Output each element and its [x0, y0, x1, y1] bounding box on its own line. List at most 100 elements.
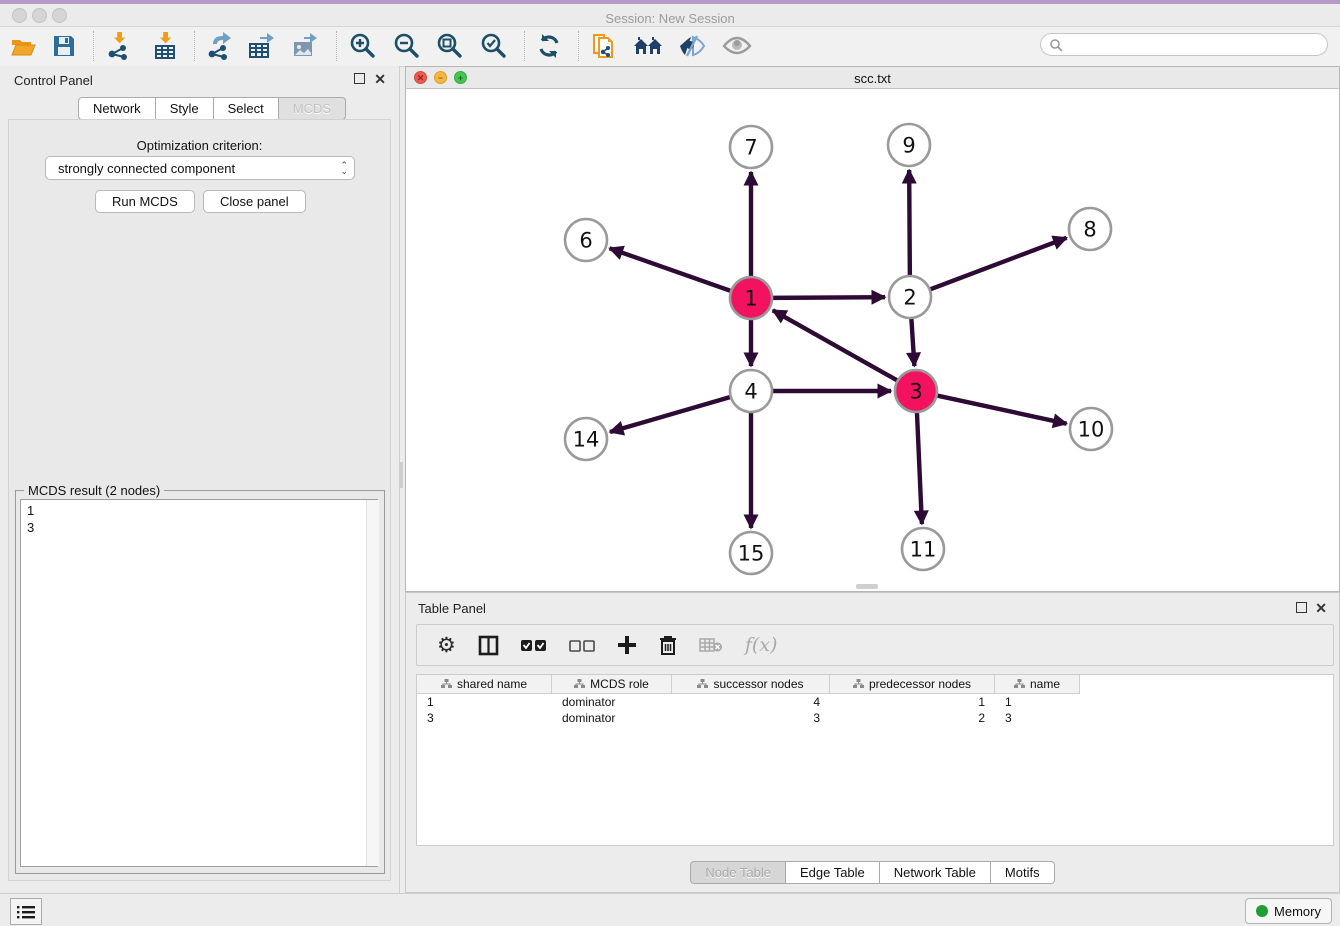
zoom-fit-icon[interactable]	[432, 30, 466, 62]
canvas-scroll-handle[interactable]	[856, 584, 878, 589]
graph-node-label: 9	[902, 134, 915, 158]
open-file-icon[interactable]	[6, 30, 40, 62]
table-close-icon[interactable]: ✕	[1315, 602, 1327, 614]
hide-selected-eye-icon[interactable]	[675, 30, 709, 62]
add-column-icon[interactable]	[617, 635, 637, 655]
table-panel-title: Table Panel	[418, 601, 486, 616]
show-all-eye-icon[interactable]	[720, 30, 754, 62]
graph-node-label: 3	[909, 380, 922, 404]
close-panel-icon[interactable]: ✕	[374, 73, 386, 85]
list-icon	[17, 905, 35, 919]
export-network-icon[interactable]	[202, 30, 236, 62]
export-image-icon[interactable]	[288, 30, 322, 62]
graph-edge-1-6[interactable]	[610, 248, 732, 291]
zoom-selected-icon[interactable]	[476, 30, 510, 62]
tab-select[interactable]: Select	[214, 97, 279, 120]
unselect-all-columns-icon[interactable]	[569, 639, 595, 652]
graph-edge-4-14[interactable]	[610, 397, 731, 432]
float-panel-icon[interactable]	[354, 73, 365, 86]
toolbar-separator	[524, 31, 525, 61]
table-cell[interactable]: dominator	[552, 694, 672, 710]
window-title: Session: New Session	[0, 11, 1340, 26]
search-box[interactable]	[1040, 33, 1328, 56]
column-header-successor-nodes[interactable]: successor nodes	[672, 675, 830, 694]
tab-node-table[interactable]: Node Table	[690, 861, 786, 884]
network-window-titlebar: ✕ − + scc.txt	[406, 67, 1339, 89]
tab-mcds[interactable]: MCDS	[279, 97, 346, 120]
table-cell[interactable]: dominator	[552, 710, 672, 726]
graph-edge-2-8[interactable]	[930, 238, 1067, 290]
status-bar: Memory	[0, 893, 1340, 926]
table-settings-icon[interactable]: ⚙	[437, 633, 456, 658]
split-pane-handle[interactable]	[399, 462, 403, 488]
graph-edge-3-10[interactable]	[937, 395, 1067, 423]
network-canvas[interactable]: 7968124314101511	[406, 89, 1339, 591]
tab-network[interactable]: Network	[78, 97, 156, 120]
select-chevrons-icon: ⌃⌄	[340, 162, 348, 174]
column-header-shared-name[interactable]: shared name	[417, 675, 552, 694]
graph-node-label: 6	[579, 229, 592, 253]
graph-edge-2-9[interactable]	[909, 170, 910, 276]
memory-label: Memory	[1274, 904, 1321, 919]
table-cell[interactable]: 3	[995, 710, 1080, 726]
refresh-icon[interactable]	[532, 30, 566, 62]
zoom-out-icon[interactable]	[389, 30, 423, 62]
mcds-result-scrollbar[interactable]	[366, 500, 379, 866]
table-panel: Table Panel ✕ ⚙ f(x) shared nameMCDS rol…	[405, 592, 1340, 893]
main-toolbar	[0, 27, 1340, 67]
delete-columns-icon[interactable]	[659, 635, 677, 656]
import-network-icon[interactable]	[102, 30, 136, 62]
toolbar-separator	[194, 31, 195, 61]
tab-style[interactable]: Style	[156, 97, 214, 120]
table-cell[interactable]: 3	[417, 710, 552, 726]
select-all-columns-icon[interactable]	[521, 639, 547, 652]
column-header-name[interactable]: name	[995, 675, 1080, 694]
table-row[interactable]: 1dominator411	[417, 694, 1333, 710]
table-cell[interactable]: 1	[417, 694, 552, 710]
graph-node-label: 4	[744, 380, 757, 404]
split-columns-icon[interactable]	[478, 635, 499, 656]
first-neighbors-icon[interactable]	[632, 30, 666, 62]
zoom-in-icon[interactable]	[345, 30, 379, 62]
function-builder-icon[interactable]: f(x)	[745, 634, 778, 656]
column-header-MCDS-role[interactable]: MCDS role	[552, 675, 672, 694]
table-cell[interactable]: 3	[672, 710, 830, 726]
graph-edge-2-3[interactable]	[911, 318, 914, 366]
graph-edge-3-11[interactable]	[917, 412, 922, 524]
save-session-icon[interactable]	[47, 30, 81, 62]
table-cell[interactable]: 4	[672, 694, 830, 710]
graph-edge-3-1[interactable]	[773, 310, 898, 380]
tab-motifs[interactable]: Motifs	[991, 861, 1055, 884]
graph-node-label: 7	[744, 136, 757, 160]
task-history-button[interactable]	[10, 898, 42, 925]
optimization-criterion-label: Optimization criterion:	[9, 138, 390, 153]
graph-edge-1-2[interactable]	[772, 297, 885, 298]
delete-table-icon[interactable]	[699, 637, 723, 653]
node-table[interactable]: shared nameMCDS rolesuccessor nodesprede…	[416, 674, 1334, 846]
tab-network-table[interactable]: Network Table	[880, 861, 991, 884]
graph-node-label: 1	[744, 287, 757, 311]
tab-edge-table[interactable]: Edge Table	[786, 861, 880, 884]
table-float-icon[interactable]	[1296, 602, 1307, 615]
toolbar-separator	[336, 31, 337, 61]
graph-node-label: 2	[903, 286, 916, 310]
close-panel-button[interactable]: Close panel	[203, 190, 306, 213]
table-cell[interactable]: 1	[995, 694, 1080, 710]
search-input[interactable]	[1063, 35, 1327, 55]
export-table-icon[interactable]	[244, 30, 278, 62]
clone-network-icon[interactable]	[588, 30, 622, 62]
graph-node-label: 11	[910, 538, 937, 562]
run-mcds-button[interactable]: Run MCDS	[95, 190, 195, 213]
mcds-result-text[interactable]: 1 3	[20, 499, 378, 867]
control-panel: Control Panel ✕ Network Style Select MCD…	[0, 66, 400, 893]
table-cell[interactable]: 2	[830, 710, 995, 726]
import-table-icon[interactable]	[148, 30, 182, 62]
network-graph: 7968124314101511	[406, 89, 1339, 591]
memory-button[interactable]: Memory	[1245, 898, 1332, 924]
column-header-predecessor-nodes[interactable]: predecessor nodes	[830, 675, 995, 694]
toolbar-separator	[93, 31, 94, 61]
table-cell[interactable]: 1	[830, 694, 995, 710]
search-icon	[1049, 38, 1063, 52]
optimization-criterion-select[interactable]: strongly connected component ⌃⌄	[45, 156, 355, 180]
table-row[interactable]: 3dominator323	[417, 710, 1333, 726]
